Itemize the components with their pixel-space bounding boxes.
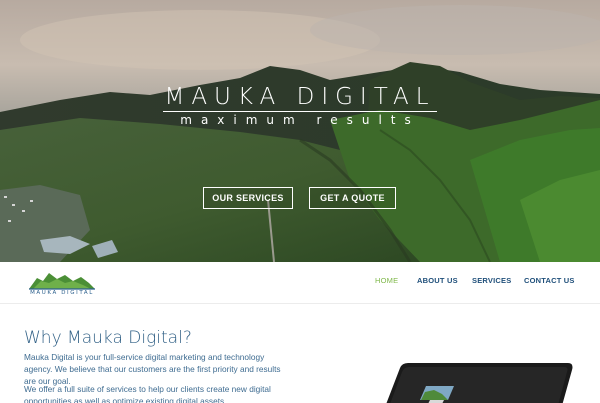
services-paragraph: We offer a full suite of services to hel…: [24, 384, 271, 403]
main-navbar: MAUKA DIGITAL HOME ABOUT US SERVICES CON…: [0, 262, 600, 304]
nav-contact-us[interactable]: CONTACT US: [524, 276, 575, 285]
mountain-logo-icon: [29, 273, 95, 290]
get-a-quote-button[interactable]: GET A QUOTE: [309, 187, 396, 209]
section-heading: Why Mauka Digital?: [24, 328, 192, 348]
our-services-button[interactable]: OUR SERVICES: [203, 187, 293, 209]
brand-title: MAUKA DIGITAL: [164, 84, 436, 110]
nav-home[interactable]: HOME: [375, 276, 398, 285]
brand-divider: [163, 111, 437, 112]
mauka-digital-logo[interactable]: MAUKA DIGITAL: [27, 269, 97, 299]
mountain-landscape-image: [0, 0, 600, 262]
tablet-device-image: [386, 363, 573, 403]
brand-tagline: maximum results: [180, 113, 420, 127]
nav-services[interactable]: SERVICES: [472, 276, 511, 285]
nav-about-us[interactable]: ABOUT US: [417, 276, 458, 285]
why-section: Why Mauka Digital? Mauka Digital is your…: [0, 304, 600, 403]
logo-text: MAUKA DIGITAL: [30, 290, 94, 296]
hero-banner: MAUKA DIGITAL maximum results OUR SERVIC…: [0, 0, 600, 262]
